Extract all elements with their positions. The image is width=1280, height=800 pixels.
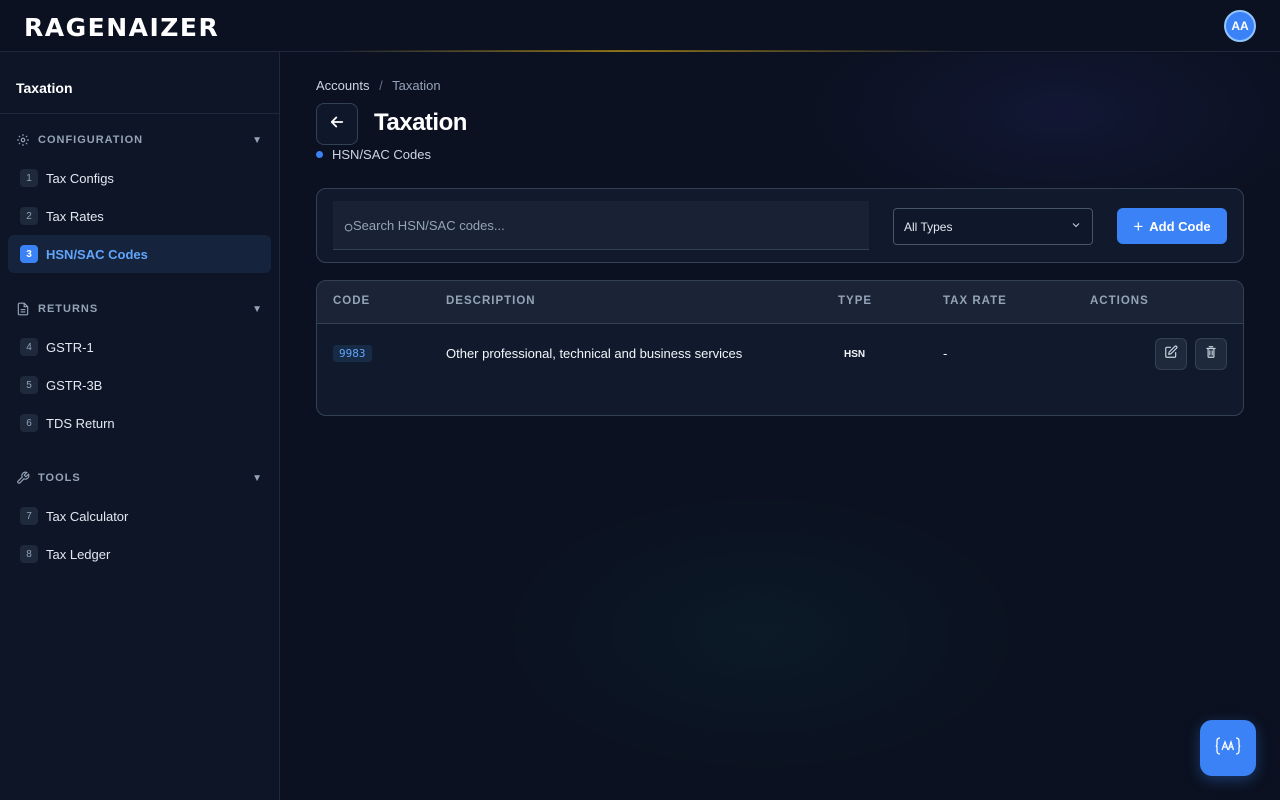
wrench-icon xyxy=(16,471,30,485)
row-description: Other professional, technical and busine… xyxy=(446,346,743,361)
chevron-down-icon xyxy=(1070,219,1082,234)
status-dot-icon xyxy=(316,151,323,158)
sidebar-item-tax-ledger[interactable]: 8 Tax Ledger xyxy=(8,535,271,573)
breadcrumb: Accounts / Taxation xyxy=(316,78,441,93)
sidebar-item-tax-configs[interactable]: 1 Tax Configs xyxy=(8,159,271,197)
sidebar-item-gstr-3b[interactable]: 5 GSTR-3B xyxy=(8,366,271,404)
section-label: RETURNS xyxy=(38,303,99,315)
caret-down-icon[interactable]: ▼ xyxy=(252,473,263,484)
sidebar-item-label: GSTR-1 xyxy=(46,339,94,355)
codes-table: CODE DESCRIPTION TYPE TAX RATE ACTIONS 9… xyxy=(316,280,1244,416)
section-configuration[interactable]: CONFIGURATION ▼ xyxy=(0,129,279,151)
breadcrumb-accounts[interactable]: Accounts xyxy=(316,78,369,93)
search-icon xyxy=(344,220,354,238)
column-header-type[interactable]: TYPE xyxy=(838,295,872,307)
user-avatar[interactable]: AA xyxy=(1224,10,1256,42)
sidebar-item-label: Tax Calculator xyxy=(46,508,129,524)
sidebar-item-tds-return[interactable]: 6 TDS Return xyxy=(8,404,271,442)
section-label: CONFIGURATION xyxy=(38,134,144,146)
top-bar: RAGENAIZER AA xyxy=(0,0,1280,52)
header-glow-line xyxy=(340,50,960,52)
code-badge: 9983 xyxy=(333,345,372,362)
item-number: 5 xyxy=(20,376,38,394)
table-row[interactable]: 9983 Other professional, technical and b… xyxy=(317,324,1243,386)
type-filter-select[interactable]: All Types xyxy=(893,208,1093,245)
breadcrumb-separator: / xyxy=(379,78,383,93)
assistant-fab-button[interactable] xyxy=(1200,720,1256,776)
add-code-label: Add Code xyxy=(1149,218,1211,234)
caret-down-icon[interactable]: ▼ xyxy=(252,135,263,146)
gear-icon xyxy=(16,133,30,147)
sidebar-item-label: Tax Ledger xyxy=(46,546,111,562)
item-number: 1 xyxy=(20,169,38,187)
item-number: 4 xyxy=(20,338,38,356)
edit-icon xyxy=(1164,345,1178,364)
column-header-code[interactable]: CODE xyxy=(333,295,370,307)
plus-icon: + xyxy=(1133,216,1144,236)
column-header-tax-rate[interactable]: TAX RATE xyxy=(943,295,1007,307)
row-tax-rate: - xyxy=(943,346,948,361)
trash-icon xyxy=(1204,345,1218,364)
sidebar-item-tax-rates[interactable]: 2 Tax Rates xyxy=(8,197,271,235)
search-input[interactable] xyxy=(333,201,869,249)
row-type: HSN xyxy=(844,349,866,360)
caret-down-icon[interactable]: ▼ xyxy=(252,304,263,315)
breadcrumb-current: Taxation xyxy=(392,78,441,93)
sidebar-item-gstr-1[interactable]: 4 GSTR-1 xyxy=(8,328,271,366)
page-subtitle: HSN/SAC Codes xyxy=(316,147,431,162)
section-tools[interactable]: TOOLS ▼ xyxy=(0,467,279,489)
item-number: 8 xyxy=(20,545,38,563)
table-header: CODE DESCRIPTION TYPE TAX RATE ACTIONS xyxy=(317,281,1243,324)
item-number: 7 xyxy=(20,507,38,525)
sidebar-item-label: GSTR-3B xyxy=(46,377,103,393)
sidebar: Taxation CONFIGURATION ▼ 1 Tax Configs 2… xyxy=(0,52,280,800)
page-title: Taxation xyxy=(374,109,467,136)
sidebar-item-label: HSN/SAC Codes xyxy=(46,246,148,262)
edit-button[interactable] xyxy=(1155,338,1187,370)
column-header-description[interactable]: DESCRIPTION xyxy=(446,295,536,307)
delete-button[interactable] xyxy=(1195,338,1227,370)
filter-toolbar: All Types + Add Code xyxy=(316,188,1244,263)
main-content: Accounts / Taxation Taxation HSN/SAC Cod… xyxy=(281,53,1280,800)
sidebar-title: Taxation xyxy=(0,52,279,114)
search-box[interactable] xyxy=(333,201,869,250)
app-logo[interactable]: RAGENAIZER xyxy=(24,13,219,42)
section-label: TOOLS xyxy=(38,472,81,484)
sidebar-item-label: TDS Return xyxy=(46,415,115,431)
back-button[interactable] xyxy=(316,103,358,145)
subtitle-text: HSN/SAC Codes xyxy=(332,147,431,162)
arrow-left-icon xyxy=(328,113,346,136)
item-number: 2 xyxy=(20,207,38,225)
sidebar-item-label: Tax Configs xyxy=(46,170,114,186)
type-filter-value: All Types xyxy=(904,219,953,234)
add-code-button[interactable]: + Add Code xyxy=(1117,208,1227,244)
sidebar-item-hsn-sac-codes[interactable]: 3 HSN/SAC Codes xyxy=(8,235,271,273)
item-number: 6 xyxy=(20,414,38,432)
item-number: 3 xyxy=(20,245,38,263)
column-header-actions: ACTIONS xyxy=(1090,295,1149,307)
ai-assistant-icon xyxy=(1215,735,1241,762)
document-icon xyxy=(16,302,30,316)
section-returns[interactable]: RETURNS ▼ xyxy=(0,298,279,320)
sidebar-item-tax-calculator[interactable]: 7 Tax Calculator xyxy=(8,497,271,535)
sidebar-item-label: Tax Rates xyxy=(46,208,104,224)
